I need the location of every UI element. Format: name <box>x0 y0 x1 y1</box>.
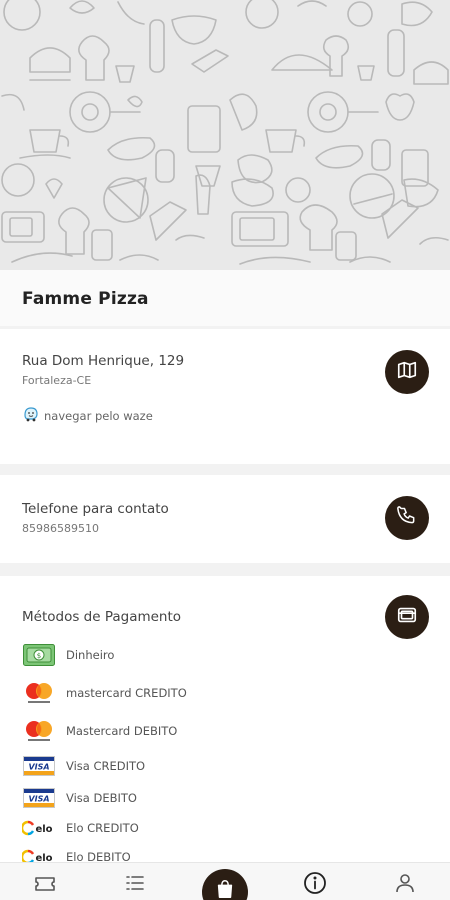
user-icon <box>393 871 417 900</box>
food-doodle-pattern <box>1 0 449 265</box>
waze-link[interactable]: navegar pelo waze <box>22 406 153 426</box>
payment-item: VISA Visa DEBITO <box>22 786 137 810</box>
payment-label: Visa DEBITO <box>66 791 137 805</box>
phone-icon <box>397 506 417 530</box>
address-card: Rua Dom Henrique, 129 Fortaleza-CE naveg… <box>0 329 450 464</box>
payment-label: Dinheiro <box>66 648 115 662</box>
waze-label: navegar pelo waze <box>44 409 153 423</box>
ticket-icon <box>33 871 57 900</box>
payment-item: $ Dinheiro <box>22 643 114 667</box>
payment-title: Métodos de Pagamento <box>22 609 182 625</box>
nav-menu[interactable] <box>120 871 150 900</box>
map-icon <box>396 359 418 385</box>
nav-info[interactable] <box>300 871 330 900</box>
svg-text:elo: elo <box>35 853 52 862</box>
payment-label: Visa CREDITO <box>66 759 146 773</box>
payment-card: Métodos de Pagamento $ Dinheiro masterca… <box>0 576 450 862</box>
call-button[interactable] <box>385 496 429 540</box>
payment-item: elo Elo CREDITO <box>22 816 139 840</box>
mastercard-logo <box>22 681 56 705</box>
header-banner <box>0 0 450 270</box>
contact-label: Telefone para contato <box>22 501 169 517</box>
address-city: Fortaleza-CE <box>22 374 92 387</box>
payment-item: elo Elo DEBITO <box>22 845 131 862</box>
svg-text:VISA: VISA <box>28 763 49 772</box>
payment-button[interactable] <box>385 595 429 639</box>
address-street: Rua Dom Henrique, 129 <box>22 353 185 369</box>
list-icon <box>123 871 147 900</box>
info-icon <box>303 871 327 900</box>
payment-item: Mastercard DEBITO <box>22 719 177 743</box>
payment-item: mastercard CREDITO <box>22 681 187 705</box>
svg-text:VISA: VISA <box>28 795 49 804</box>
card-icon <box>396 604 418 630</box>
contact-card: Telefone para contato 85986589510 <box>0 475 450 563</box>
map-button[interactable] <box>385 350 429 394</box>
bottom-navigation <box>0 862 450 900</box>
mastercard-logo <box>22 719 56 743</box>
restaurant-title-bar: Famme Pizza <box>0 270 450 326</box>
waze-icon <box>22 406 38 426</box>
payment-label: Mastercard DEBITO <box>66 724 178 738</box>
restaurant-name: Famme Pizza <box>22 289 149 309</box>
svg-text:$: $ <box>37 652 41 660</box>
cash-icon: $ <box>22 643 56 667</box>
nav-coupons[interactable] <box>30 871 60 900</box>
elo-logo: elo <box>22 816 56 840</box>
payment-label: mastercard CREDITO <box>66 686 187 700</box>
visa-logo: VISA <box>22 786 56 810</box>
svg-text:elo: elo <box>35 824 52 835</box>
nav-profile[interactable] <box>390 871 420 900</box>
bag-icon <box>214 878 236 900</box>
elo-logo: elo <box>22 845 56 862</box>
payment-label: Elo CREDITO <box>66 821 139 835</box>
visa-logo: VISA <box>22 754 56 778</box>
contact-phone[interactable]: 85986589510 <box>22 522 99 535</box>
payment-label: Elo DEBITO <box>66 850 131 862</box>
payment-item: VISA Visa CREDITO <box>22 754 145 778</box>
cart-button[interactable] <box>202 869 248 900</box>
